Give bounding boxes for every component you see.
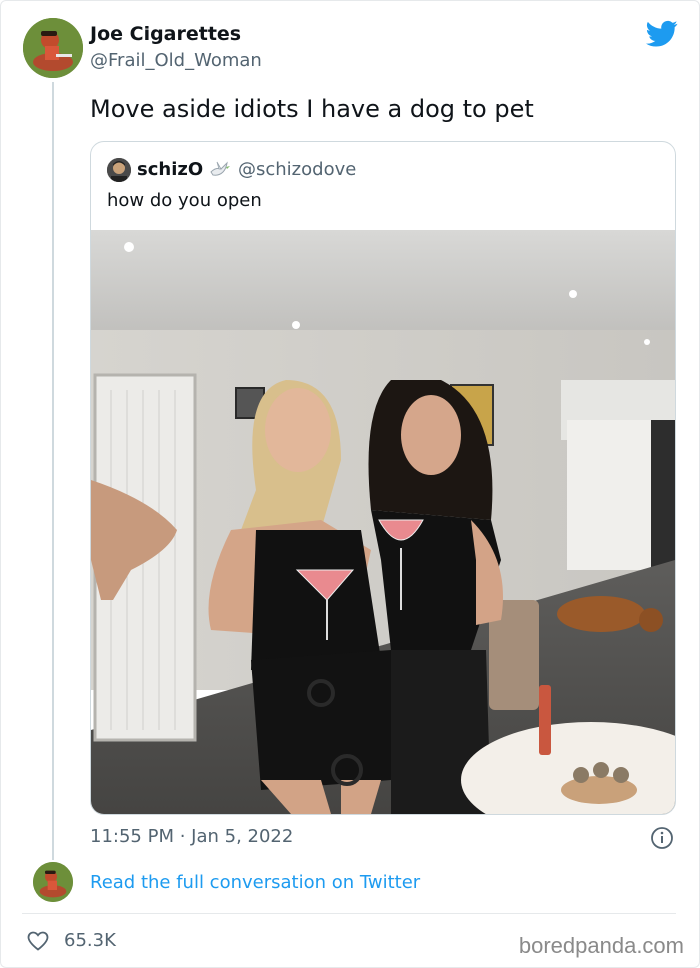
quote-author-name[interactable]: schizO [137, 159, 203, 180]
tweet-timestamp[interactable]: 11:55 PM · Jan 5, 2022 [90, 826, 293, 847]
heart-icon[interactable] [26, 929, 50, 953]
read-full-conversation-link[interactable]: Read the full conversation on Twitter [90, 872, 420, 893]
quoted-tweet[interactable]: schizO @schizodove how do you open [90, 141, 676, 815]
dove-emoji-icon [210, 161, 230, 176]
quote-photo[interactable] [91, 230, 675, 814]
info-icon[interactable] [650, 826, 674, 850]
divider [22, 913, 676, 914]
quote-author-avatar[interactable] [107, 158, 131, 182]
watermark: boredpanda.com [518, 933, 684, 958]
author-handle[interactable]: @Frail_Old_Woman [90, 50, 262, 71]
tweet-text: Move aside idiots I have a dog to pet [90, 95, 534, 123]
quote-text: how do you open [107, 190, 262, 211]
twitter-bird-icon[interactable] [646, 20, 678, 48]
quote-author-handle[interactable]: @schizodove [238, 159, 356, 180]
likes-count[interactable]: 65.3K [64, 930, 116, 951]
author-name[interactable]: Joe Cigarettes [90, 23, 241, 45]
author-avatar[interactable] [23, 18, 83, 78]
reply-avatar[interactable] [33, 862, 73, 902]
thread-line [52, 82, 54, 860]
